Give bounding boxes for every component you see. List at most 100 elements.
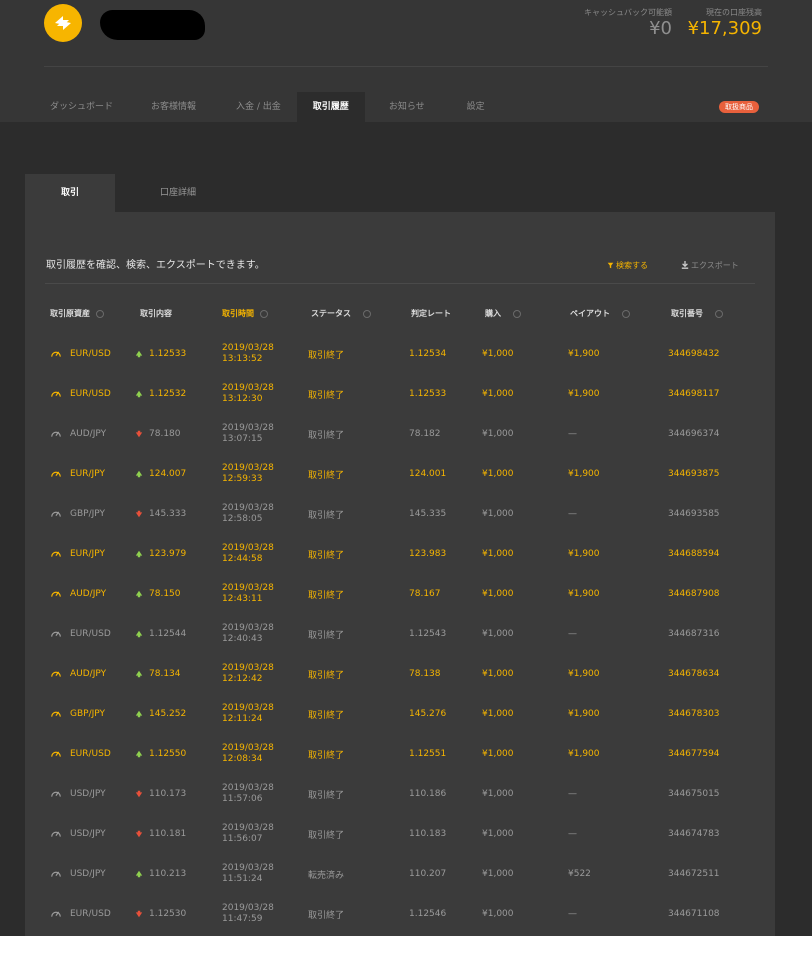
col-payout[interactable]: ペイアウト (570, 308, 630, 319)
tab-account-details[interactable]: 口座詳細 (115, 174, 241, 212)
nav-customer-info[interactable]: お客様情報 (127, 92, 220, 122)
table-row[interactable]: EUR/USD 1.12533 2019/03/28 13:13:52 取引終了 1.12… (25, 334, 775, 374)
cashback-label: キャッシュバック可能額 (584, 8, 672, 17)
trade-time: 12:12:42 (222, 674, 263, 684)
entry-rate: 1.12544 (149, 629, 187, 639)
status-cell: 取引終了 (308, 750, 345, 761)
payout-cell: ¥1,900 (568, 349, 600, 359)
judgment-rate-cell: 1.12534 (409, 349, 447, 359)
products-badge[interactable]: 取扱商品 (719, 101, 759, 113)
trade-id-cell: 344698432 (668, 349, 720, 359)
trade-id-cell: 344675015 (668, 789, 720, 799)
export-button[interactable]: エクスポート (681, 260, 739, 271)
direction-cell: 1.12550 (135, 734, 186, 774)
trade-id-cell: 344671108 (668, 909, 720, 919)
time-cell: 2019/03/28 12:40:43 (222, 614, 274, 654)
status-cell: 転売済み (308, 870, 345, 881)
direction-cell: 145.252 (135, 694, 186, 734)
filter-icon (607, 262, 614, 269)
col-asset[interactable]: 取引原資産 (50, 308, 104, 319)
table-row[interactable]: EUR/USD 1.12544 2019/03/28 12:40:43 取引終了 1.12… (25, 614, 775, 654)
asset-cell: EUR/USD (50, 894, 111, 934)
table-row[interactable]: EUR/USD 1.12532 2019/03/28 13:12:30 取引終了 1.12… (25, 374, 775, 414)
status-cell: 取引終了 (308, 550, 345, 561)
gauge-icon (51, 671, 61, 677)
status-cell: 取引終了 (308, 350, 345, 361)
table-row[interactable]: GBP/JPY 145.252 2019/03/28 12:11:24 取引終了 145.… (25, 694, 775, 734)
asset-cell: EUR/USD (50, 734, 111, 774)
asset-name: EUR/JPY (70, 469, 105, 479)
trade-time: 12:40:43 (222, 634, 263, 644)
trade-time: 12:58:05 (222, 514, 263, 524)
time-cell: 2019/03/28 11:57:06 (222, 774, 274, 814)
search-button[interactable]: 検索する (607, 260, 648, 271)
direction-cell: 123.979 (135, 534, 186, 574)
nav-settings[interactable]: 設定 (449, 92, 503, 122)
trade-date: 2019/03/28 (222, 783, 274, 793)
nav-notices[interactable]: お知らせ (365, 92, 449, 122)
table-row[interactable]: AUD/JPY 78.150 2019/03/28 12:43:11 取引終了 78.16… (25, 574, 775, 614)
time-cell: 2019/03/28 12:43:11 (222, 574, 274, 614)
entry-rate: 78.150 (149, 589, 181, 599)
purchase-amount-cell: ¥1,000 (482, 909, 514, 919)
table-row[interactable]: EUR/JPY 123.979 2019/03/28 12:44:58 取引終了 123.… (25, 534, 775, 574)
table-row[interactable]: AUD/JPY 78.180 2019/03/28 13:07:15 取引終了 78.18… (25, 414, 775, 454)
gauge-icon (51, 511, 61, 517)
purchase-amount-cell: ¥1,000 (482, 629, 514, 639)
table-row[interactable]: EUR/USD 1.12530 2019/03/28 11:47:59 取引終了 1.12… (25, 894, 775, 934)
table-row[interactable]: USD/JPY 110.181 2019/03/28 11:56:07 取引終了 110.… (25, 814, 775, 854)
asset-name: EUR/USD (70, 389, 111, 399)
direction-cell: 78.134 (135, 654, 181, 694)
main-nav: ダッシュボード お客様情報 入金 / 出金 取引履歴 お知らせ 設定 (36, 92, 503, 122)
judgment-rate-cell: 145.276 (409, 709, 447, 719)
gauge-icon (51, 551, 61, 557)
nav-dashboard[interactable]: ダッシュボード (36, 92, 127, 122)
gauge-icon (51, 351, 61, 357)
entry-rate: 110.181 (149, 829, 187, 839)
trade-time: 12:43:11 (222, 594, 263, 604)
trade-date: 2019/03/28 (222, 743, 274, 753)
gauge-icon (51, 831, 61, 837)
table-row[interactable]: GBP/JPY 145.333 2019/03/28 12:58:05 取引終了 145.… (25, 494, 775, 534)
col-direction-label: 取引内容 (140, 309, 172, 318)
table-row[interactable]: USD/JPY 110.213 2019/03/28 11:51:24 転売済み 110.… (25, 854, 775, 894)
entry-rate: 78.134 (149, 669, 181, 679)
tab-trades[interactable]: 取引 (25, 174, 115, 212)
status-cell: 取引終了 (308, 590, 345, 601)
table-header: 取引原資産 取引内容 取引時間 ステータス 判定レート 購入 ペイアウト 取引番… (25, 308, 775, 322)
trade-card: 取引履歴を確認、検索、エクスポートできます。 検索する エクスポート 取引原資産… (25, 212, 775, 936)
asset-name: GBP/JPY (70, 709, 105, 719)
col-rate: 判定レート (411, 308, 451, 319)
purchase-amount-cell: ¥1,000 (482, 429, 514, 439)
judgment-rate-cell: 124.001 (409, 469, 447, 479)
judgment-rate-cell: 110.207 (409, 869, 447, 879)
asset-cell: AUD/JPY (50, 654, 106, 694)
purchase-amount-cell: ¥1,000 (482, 749, 514, 759)
table-row[interactable]: AUD/JPY 78.134 2019/03/28 12:12:42 取引終了 78.13… (25, 654, 775, 694)
asset-cell: EUR/USD (50, 334, 111, 374)
time-cell: 2019/03/28 12:58:05 (222, 494, 274, 534)
table-row[interactable]: EUR/USD 1.12550 2019/03/28 12:08:34 取引終了 1.12… (25, 734, 775, 774)
purchase-amount-cell: ¥1,000 (482, 869, 514, 879)
col-amount[interactable]: 購入 (485, 308, 521, 319)
logo-icon[interactable] (44, 4, 82, 42)
trade-time: 12:11:24 (222, 714, 263, 724)
gauge-icon (51, 391, 61, 397)
nav-trade-history[interactable]: 取引履歴 (296, 92, 365, 122)
col-status[interactable]: ステータス (311, 308, 371, 319)
asset-name: EUR/USD (70, 909, 111, 919)
entry-rate: 123.979 (149, 549, 187, 559)
gauge-icon (51, 751, 61, 757)
nav-deposit-withdraw[interactable]: 入金 / 出金 (220, 92, 297, 122)
col-trade-id-label: 取引番号 (671, 309, 703, 318)
status-cell: 取引終了 (308, 390, 345, 401)
payout-cell: ¥1,900 (568, 549, 600, 559)
asset-name: USD/JPY (70, 869, 106, 879)
col-asset-label: 取引原資産 (50, 309, 90, 318)
table-row[interactable]: EUR/JPY 124.007 2019/03/28 12:59:33 取引終了 124.… (25, 454, 775, 494)
col-time[interactable]: 取引時間 (222, 308, 268, 319)
payout-cell: — (568, 829, 577, 839)
account-balance-label: 現在の口座残高 (706, 8, 762, 17)
table-row[interactable]: USD/JPY 110.173 2019/03/28 11:57:06 取引終了 110.… (25, 774, 775, 814)
col-trade-id[interactable]: 取引番号 (671, 308, 723, 319)
